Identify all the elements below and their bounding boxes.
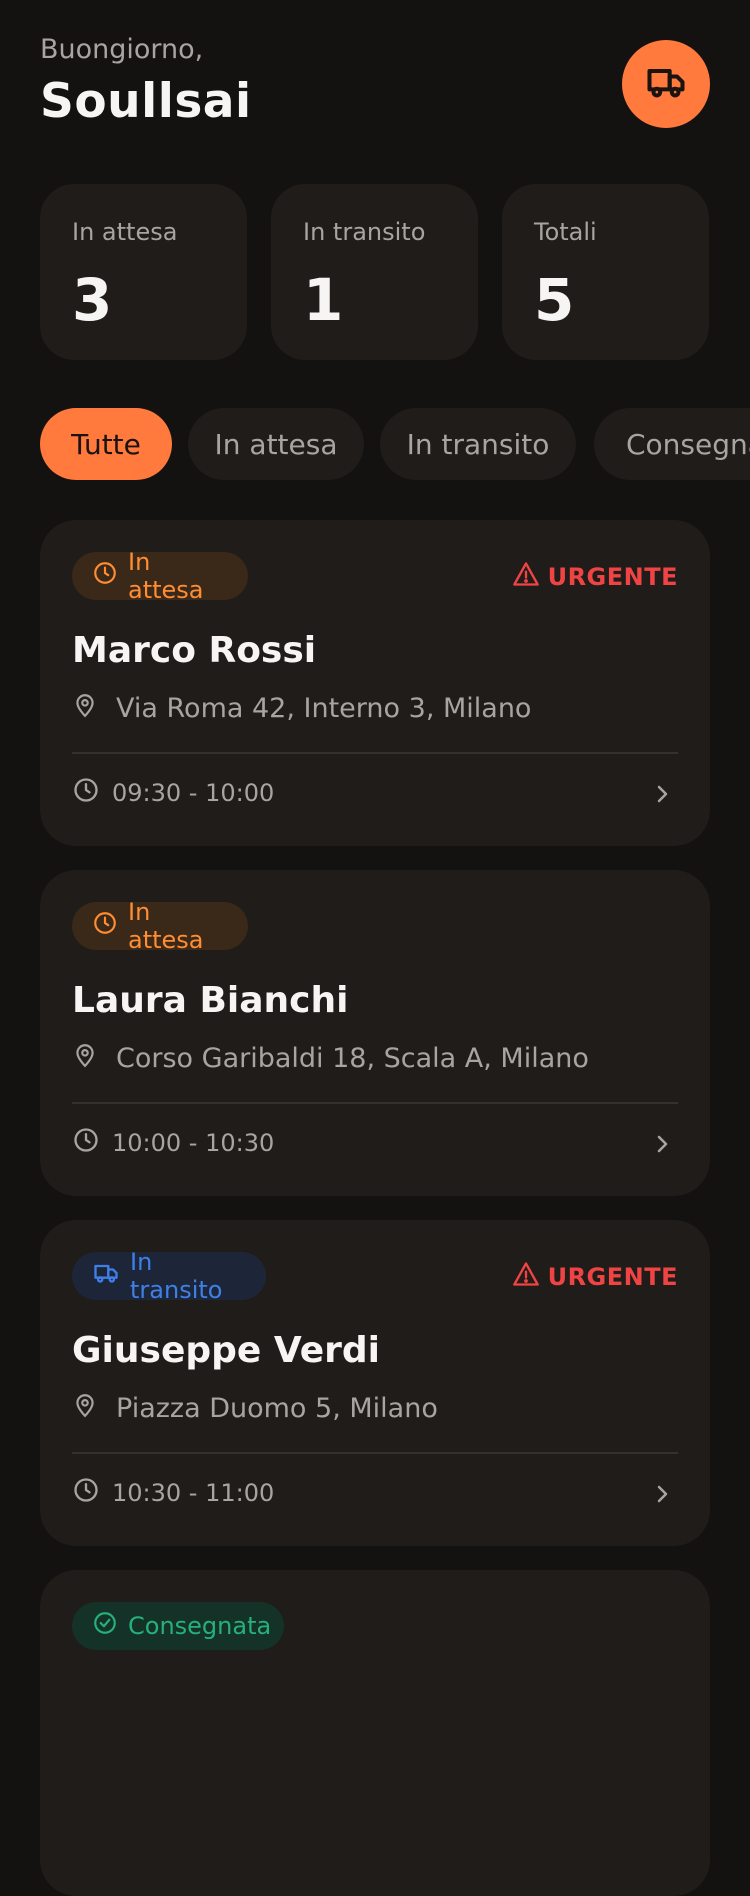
customer-name: Marco Rossi [72, 630, 317, 671]
clock-icon [72, 1476, 100, 1510]
customer-name: Giuseppe Verdi [72, 1330, 381, 1371]
delivery-card[interactable]: In attesa Laura Bianchi Corso Garibaldi … [40, 870, 710, 1196]
warning-icon [512, 560, 540, 594]
status-badge: Consegnata [72, 1602, 284, 1650]
address-row: Via Roma 42, Interno 3, Milano [72, 692, 531, 725]
stat-card-pending: In attesa 3 [40, 184, 247, 360]
urgent-flag: URGENTE [512, 1260, 678, 1294]
status-badge: In transito [72, 1248, 266, 1304]
stat-value: 5 [534, 266, 575, 334]
warning-icon [512, 1260, 540, 1294]
greeting-text: Buongiorno, [40, 34, 204, 65]
address-text: Corso Garibaldi 18, Scala A, Milano [116, 1043, 589, 1074]
time-text: 09:30 - 10:00 [112, 779, 275, 807]
filter-chip-pending[interactable]: In attesa [188, 408, 364, 480]
filter-bar: Tutte In attesa In transito Consegnata [40, 408, 750, 480]
filter-chip-all[interactable]: Tutte [40, 408, 172, 480]
chevron-right-icon[interactable] [650, 1132, 674, 1160]
status-label: Consegnata [128, 1612, 272, 1640]
time-row: 09:30 - 10:00 [72, 776, 274, 810]
address-text: Piazza Duomo 5, Milano [116, 1393, 438, 1424]
truck-icon [92, 1259, 120, 1293]
location-pin-icon [72, 1042, 98, 1075]
status-badge: In attesa [72, 548, 248, 604]
time-text: 10:30 - 11:00 [112, 1479, 275, 1507]
stat-value: 1 [303, 266, 344, 334]
time-row: 10:30 - 11:00 [72, 1476, 274, 1510]
stat-card-total: Totali 5 [502, 184, 709, 360]
status-badge: In attesa [72, 898, 248, 954]
urgent-label: URGENTE [547, 563, 678, 591]
check-circle-icon [92, 1610, 118, 1642]
stat-value: 3 [72, 266, 113, 334]
location-pin-icon [72, 692, 98, 725]
chevron-right-icon[interactable] [650, 1482, 674, 1510]
filter-chip-delivered[interactable]: Consegnata [594, 408, 750, 480]
stat-card-transit: In transito 1 [271, 184, 478, 360]
time-row: 10:00 - 10:30 [72, 1126, 274, 1160]
clock-icon [92, 560, 118, 592]
address-row: Corso Garibaldi 18, Scala A, Milano [72, 1042, 589, 1075]
urgent-flag: URGENTE [512, 560, 678, 594]
customer-name: Laura Bianchi [72, 980, 349, 1021]
address-row: Piazza Duomo 5, Milano [72, 1392, 438, 1425]
divider [72, 1102, 678, 1104]
clock-icon [72, 776, 100, 810]
stat-label: In transito [303, 218, 426, 246]
divider [72, 1452, 678, 1454]
user-name: Soullsai [40, 74, 252, 129]
status-label: In attesa [128, 548, 204, 604]
truck-action-button[interactable] [622, 40, 710, 128]
urgent-label: URGENTE [547, 1263, 678, 1291]
filter-chip-transit[interactable]: In transito [380, 408, 576, 480]
delivery-card[interactable]: Consegnata [40, 1570, 710, 1896]
location-pin-icon [72, 1392, 98, 1425]
clock-icon [92, 910, 118, 942]
delivery-card[interactable]: In attesa URGENTE Marco Rossi Via Roma 4… [40, 520, 710, 846]
delivery-card[interactable]: In transito URGENTE Giuseppe Verdi Piazz… [40, 1220, 710, 1546]
stat-label: Totali [534, 218, 597, 246]
time-text: 10:00 - 10:30 [112, 1129, 275, 1157]
status-label: In transito [130, 1248, 223, 1304]
stat-label: In attesa [72, 218, 178, 246]
truck-icon [644, 60, 688, 108]
clock-icon [72, 1126, 100, 1160]
status-label: In attesa [128, 898, 204, 954]
chevron-right-icon[interactable] [650, 782, 674, 810]
address-text: Via Roma 42, Interno 3, Milano [116, 693, 532, 724]
divider [72, 752, 678, 754]
